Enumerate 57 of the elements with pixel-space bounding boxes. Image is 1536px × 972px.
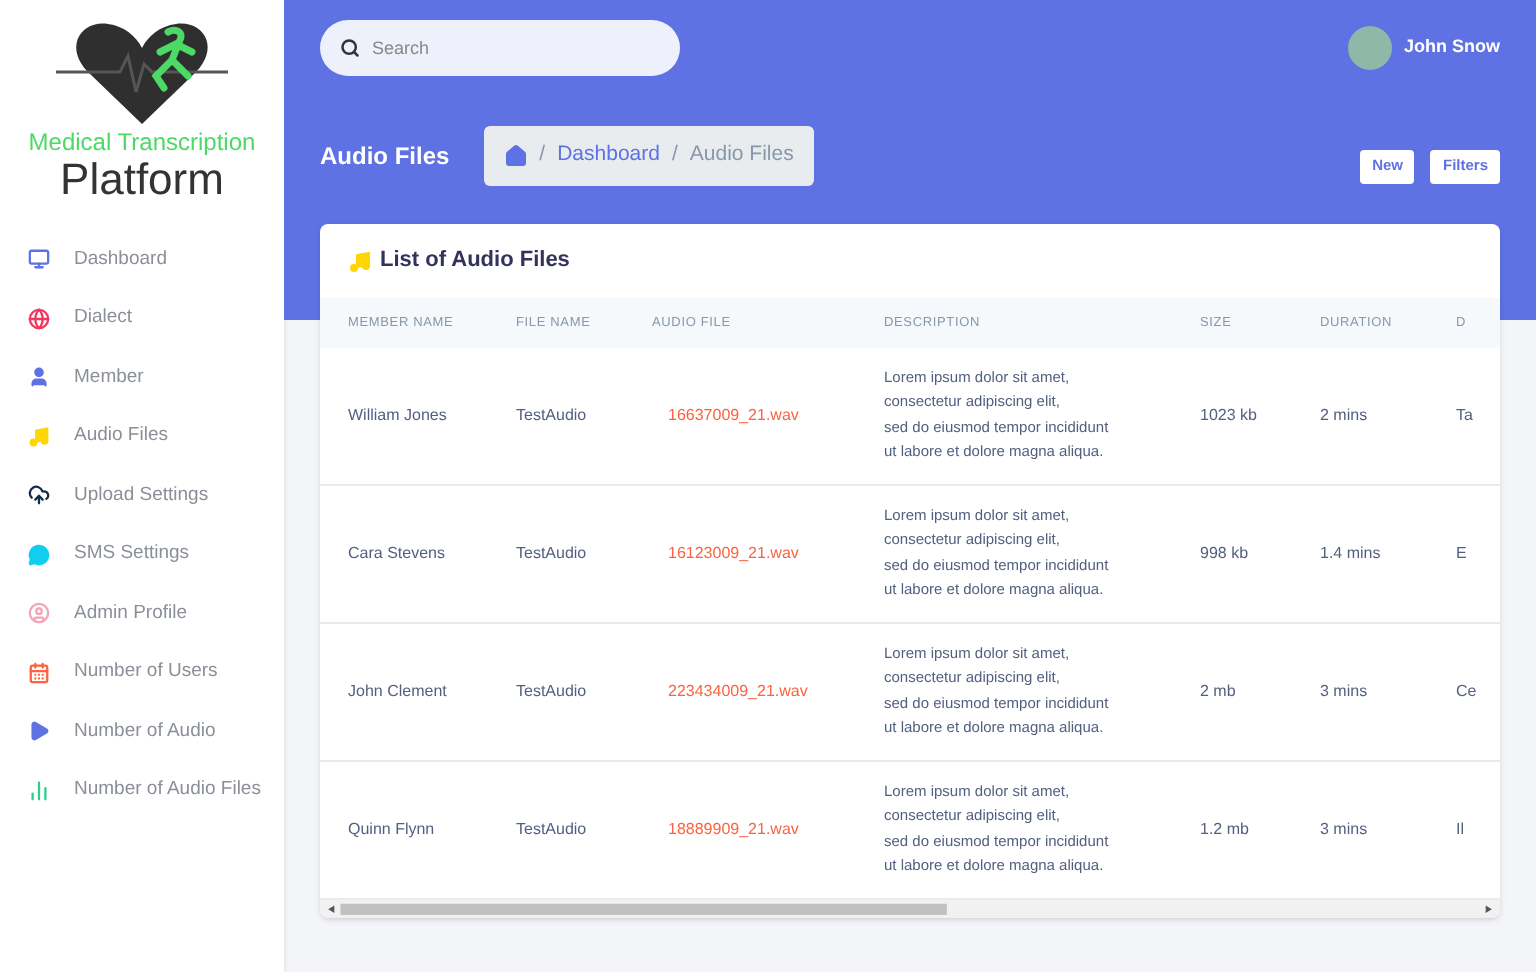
table-cell-text: Quinn Flynn — [348, 817, 437, 842]
table-cell-text: TestAudio — [516, 817, 589, 842]
play-icon — [28, 720, 50, 743]
sidebar-item[interactable]: Number of Users — [0, 643, 284, 702]
breadcrumb-link[interactable]: Dashboard — [557, 140, 660, 172]
table-cell-text: TestAudio — [516, 403, 589, 428]
sidebar-item[interactable]: Number of Audio Files — [0, 761, 284, 820]
logo-name: Platform — [60, 158, 224, 202]
monitor-icon — [28, 248, 50, 271]
sidebar-item[interactable]: Number of Audio — [0, 702, 284, 761]
breadcrumb-separator: / — [671, 140, 678, 171]
breadcrumb-current: Audio Files — [689, 140, 794, 171]
page-title: Audio Files — [320, 140, 450, 174]
table-cell-text: John Clement — [348, 679, 449, 704]
sidebar-item[interactable]: Upload Settings — [0, 466, 284, 525]
audio-file-link[interactable]: 18889909_21.wav — [652, 817, 884, 842]
table-cell-text: TestAudio — [516, 541, 589, 566]
sidebar-item[interactable]: Audio Files — [0, 407, 284, 466]
table-cell-text: Il — [1456, 817, 1466, 842]
table-cell-text: 1023 kb — [1200, 403, 1259, 428]
home-icon[interactable] — [503, 144, 528, 168]
sidebar-item[interactable]: Dashboard — [0, 230, 284, 289]
globe-icon — [28, 307, 50, 330]
table-cell-text: 998 kb — [1200, 541, 1251, 566]
sidebar-item[interactable]: Member — [0, 348, 284, 407]
table-cell-text: TestAudio — [516, 679, 589, 704]
table-cell-text: 2 mins — [1320, 403, 1370, 428]
table-cell-text: 2 mb — [1200, 679, 1238, 704]
table-cell-text: 1.4 mins — [1320, 541, 1383, 566]
chat-bubble-icon — [28, 543, 50, 566]
search-icon — [340, 38, 360, 58]
search-field[interactable]: Search — [320, 20, 680, 76]
music-note-icon — [28, 425, 50, 448]
bar-chart-icon — [28, 779, 50, 802]
sidebar-item[interactable]: Admin Profile — [0, 584, 284, 643]
music-note-icon — [348, 249, 372, 274]
breadcrumb-separator: / — [539, 140, 546, 171]
logo-tagline: Medical Transcription — [28, 128, 256, 158]
table-cell-text: William Jones — [348, 403, 449, 428]
sidebar-item[interactable]: Dialect — [0, 289, 284, 348]
table-cell-text: 1.2 mb — [1200, 817, 1251, 842]
table-cell-text: Ce — [1456, 679, 1479, 704]
user-name[interactable]: John Snow — [1404, 34, 1500, 62]
sidebar-item[interactable]: SMS Settings — [0, 525, 284, 584]
card-title: List of Audio Files — [380, 246, 570, 277]
table-cell-text: 3 mins — [1320, 817, 1370, 842]
user-circle-icon — [28, 602, 50, 625]
user-icon — [28, 366, 50, 389]
audio-file-link[interactable]: 16637009_21.wav — [652, 403, 884, 428]
calendar-icon — [28, 661, 50, 684]
table-cell-text: Cara Stevens — [348, 541, 447, 566]
audio-file-link[interactable]: 223434009_21.wav — [652, 679, 884, 704]
table-cell-text: Ta — [1456, 403, 1475, 428]
audio-file-link[interactable]: 16123009_21.wav — [652, 541, 884, 566]
cloud-upload-icon — [28, 484, 50, 507]
table-cell-text: E — [1456, 541, 1469, 566]
table-cell-text: 3 mins — [1320, 679, 1370, 704]
